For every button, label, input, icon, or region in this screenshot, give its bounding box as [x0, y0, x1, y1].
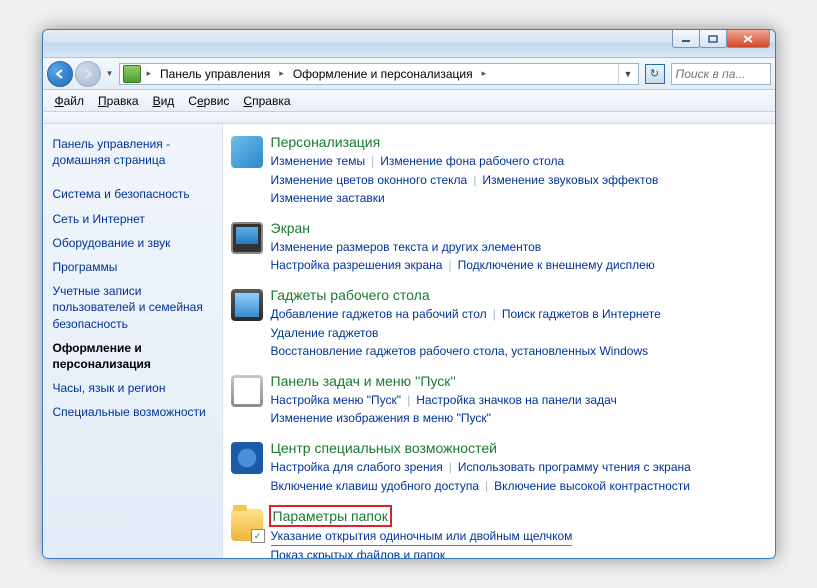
- separator: |: [493, 307, 496, 321]
- history-dropdown[interactable]: ▼: [103, 62, 117, 86]
- category-1: Экран Изменение размеров текста и других …: [223, 220, 767, 275]
- link[interactable]: Показ скрытых файлов и папок: [271, 548, 446, 558]
- category-title-0[interactable]: Персонализация: [271, 134, 767, 150]
- content-area: Персонализация Изменение темы | Изменение ф…: [223, 124, 775, 558]
- back-button[interactable]: [47, 61, 73, 87]
- category-3: Панель задач и меню ''Пуск'' Настройка ме…: [223, 373, 767, 428]
- sidebar: Панель управления - домашняя страница Си…: [43, 124, 223, 558]
- control-panel-icon: [123, 65, 141, 83]
- close-button[interactable]: [726, 30, 770, 48]
- category-title-5[interactable]: Параметры папок: [271, 507, 390, 525]
- category-title-1[interactable]: Экран: [271, 220, 767, 236]
- breadcrumb-seg-1[interactable]: Оформление и персонализация: [289, 64, 477, 84]
- pers-icon: [231, 136, 263, 168]
- breadcrumb: ▸ Панель управления ▸ Оформление и персо…: [144, 64, 618, 84]
- link[interactable]: Включение клавиш удобного доступа: [271, 479, 480, 493]
- link[interactable]: Изменение изображения в меню "Пуск": [271, 411, 491, 425]
- chevron-right-icon[interactable]: ▸: [276, 68, 287, 79]
- link[interactable]: Изменение фона рабочего стола: [380, 154, 564, 168]
- link[interactable]: Указание открытия одиночным или двойным …: [271, 529, 573, 543]
- sidebar-item-6[interactable]: Часы, язык и регион: [53, 376, 212, 400]
- sidebar-item-4[interactable]: Учетные записи пользователей и семейная …: [53, 279, 212, 336]
- gadget-icon: [231, 289, 263, 321]
- chevron-right-icon[interactable]: ▸: [144, 68, 155, 79]
- category-title-2[interactable]: Гаджеты рабочего стола: [271, 287, 767, 303]
- folder-icon: [231, 509, 263, 541]
- menu-edit[interactable]: Правка: [92, 92, 145, 110]
- sidebar-item-7[interactable]: Специальные возможности: [53, 400, 212, 424]
- menubar: Файл Правка Вид Сервис Справка: [43, 90, 775, 112]
- sidebar-item-5[interactable]: Оформление и персонализация: [53, 336, 212, 376]
- address-bar[interactable]: ▸ Панель управления ▸ Оформление и персо…: [119, 63, 639, 85]
- link[interactable]: Изменение заставки: [271, 191, 385, 205]
- menu-file[interactable]: Файл: [49, 92, 91, 110]
- address-dropdown[interactable]: ▼: [618, 64, 638, 84]
- separator: |: [407, 393, 410, 407]
- category-title-3[interactable]: Панель задач и меню ''Пуск'': [271, 373, 767, 389]
- link[interactable]: Настройка меню "Пуск": [271, 393, 402, 407]
- separator: |: [371, 154, 374, 168]
- category-4: Центр специальных возможностей Настройка …: [223, 440, 767, 495]
- titlebar: [43, 30, 775, 58]
- navbar: ▼ ▸ Панель управления ▸ Оформление и пер…: [43, 58, 775, 90]
- breadcrumb-seg-0[interactable]: Панель управления: [156, 64, 274, 84]
- task-icon: [231, 375, 263, 407]
- maximize-button[interactable]: [699, 30, 727, 48]
- refresh-button[interactable]: ↻: [645, 64, 665, 84]
- menu-tools[interactable]: Сервис: [182, 92, 235, 110]
- separator: |: [449, 460, 452, 474]
- category-links-2: Добавление гаджетов на рабочий стол | Поис…: [271, 305, 767, 361]
- menu-view[interactable]: Вид: [147, 92, 181, 110]
- sidebar-item-0[interactable]: Система и безопасность: [53, 182, 212, 206]
- chevron-right-icon[interactable]: ▸: [479, 68, 490, 79]
- link[interactable]: Настройка для слабого зрения: [271, 460, 443, 474]
- link[interactable]: Настройка разрешения экрана: [271, 258, 443, 272]
- link[interactable]: Удаление гаджетов: [271, 326, 379, 340]
- toolbar: [43, 112, 775, 124]
- category-links-5: Указание открытия одиночным или двойным …: [271, 527, 767, 558]
- category-links-3: Настройка меню "Пуск" | Настройка значков …: [271, 391, 767, 428]
- link[interactable]: Поиск гаджетов в Интернете: [502, 307, 661, 321]
- link[interactable]: Использовать программу чтения с экрана: [458, 460, 691, 474]
- link[interactable]: Включение высокой контрастности: [494, 479, 690, 493]
- menu-help[interactable]: Справка: [237, 92, 296, 110]
- sidebar-item-3[interactable]: Программы: [53, 255, 212, 279]
- access-icon: [231, 442, 263, 474]
- link[interactable]: Подключение к внешнему дисплею: [458, 258, 655, 272]
- category-2: Гаджеты рабочего стола Добавление гаджето…: [223, 287, 767, 361]
- forward-button[interactable]: [75, 61, 101, 87]
- separator: |: [473, 173, 476, 187]
- category-links-4: Настройка для слабого зрения | Использоват…: [271, 458, 767, 495]
- sidebar-item-1[interactable]: Сеть и Интернет: [53, 207, 212, 231]
- sidebar-item-2[interactable]: Оборудование и звук: [53, 231, 212, 255]
- screen-icon: [231, 222, 263, 254]
- search-input[interactable]: [672, 67, 770, 81]
- category-links-0: Изменение темы | Изменение фона рабочего с…: [271, 152, 767, 208]
- category-5: Параметры папок Указание открытия одиночн…: [223, 507, 767, 558]
- sidebar-home-link[interactable]: Панель управления - домашняя страница: [53, 136, 212, 168]
- category-links-1: Изменение размеров текста и других элеме…: [271, 238, 767, 275]
- link[interactable]: Добавление гаджетов на рабочий стол: [271, 307, 487, 321]
- search-box[interactable]: [671, 63, 771, 85]
- control-panel-window: ▼ ▸ Панель управления ▸ Оформление и пер…: [42, 29, 776, 559]
- separator: |: [485, 479, 488, 493]
- link[interactable]: Изменение размеров текста и других элеме…: [271, 240, 542, 254]
- link[interactable]: Изменение темы: [271, 154, 366, 168]
- category-0: Персонализация Изменение темы | Изменение ф…: [223, 134, 767, 208]
- link[interactable]: Настройка значков на панели задач: [416, 393, 617, 407]
- minimize-button[interactable]: [672, 30, 700, 48]
- link[interactable]: Изменение цветов оконного стекла: [271, 173, 468, 187]
- link[interactable]: Восстановление гаджетов рабочего стола, …: [271, 344, 649, 358]
- link[interactable]: Изменение звуковых эффектов: [482, 173, 658, 187]
- separator: |: [448, 258, 451, 272]
- category-title-4[interactable]: Центр специальных возможностей: [271, 440, 767, 456]
